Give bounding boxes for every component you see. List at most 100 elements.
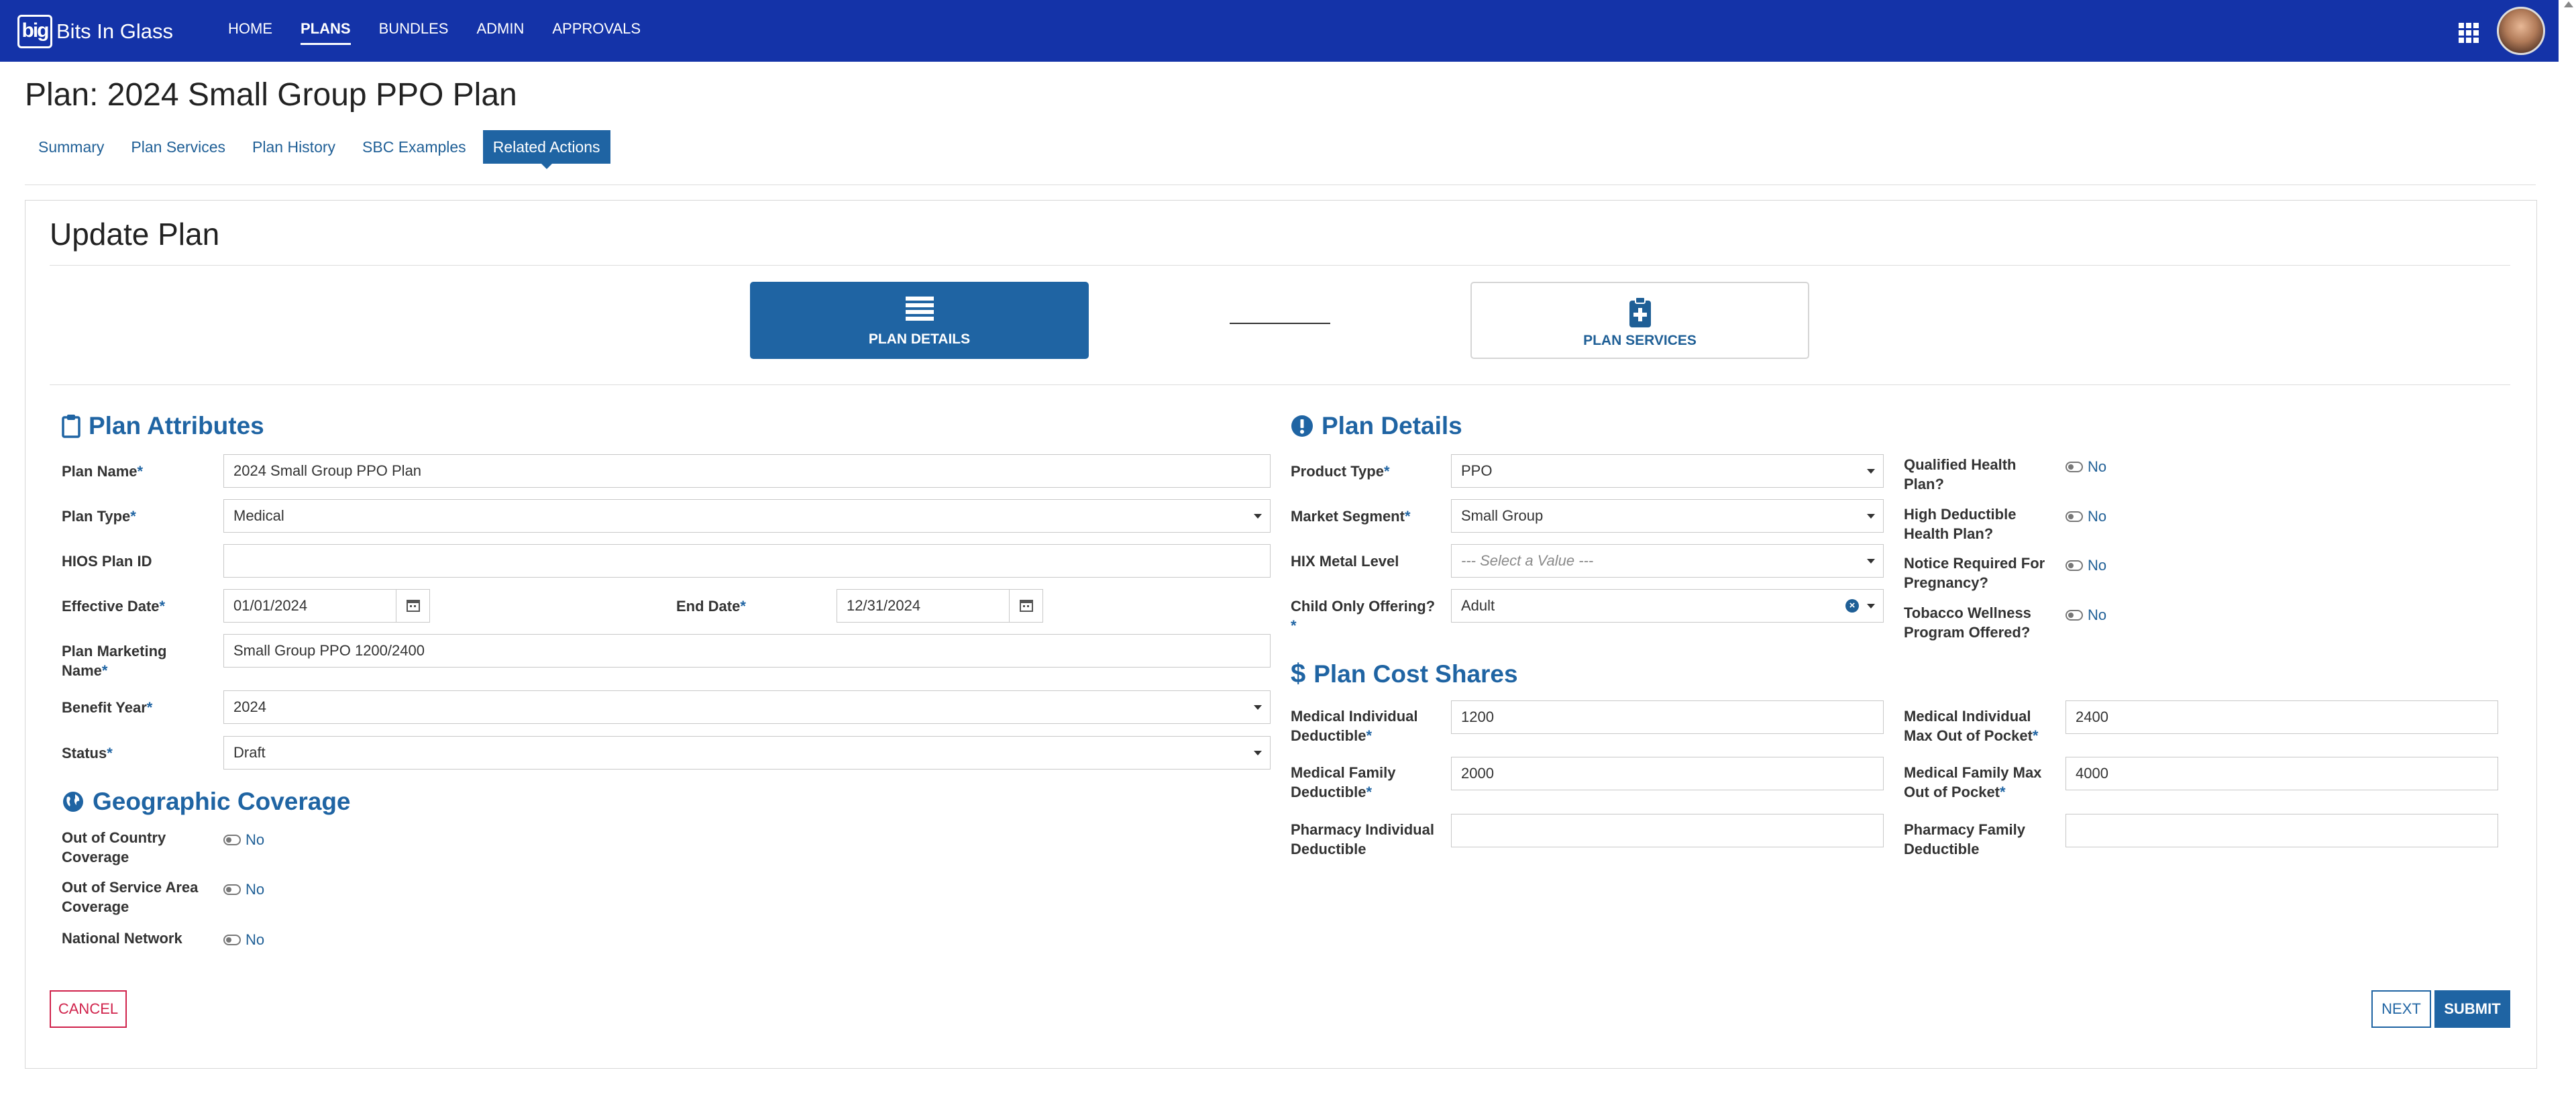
effective-date-label: Effective Date* — [62, 598, 166, 615]
medical-family-deductible-input[interactable]: 2000 — [1451, 757, 1884, 790]
medical-family-deductible-label: Medical Family Deductible* — [1291, 764, 1396, 800]
tab-plan-history[interactable]: Plan History — [242, 130, 345, 164]
hios-plan-id-input[interactable] — [223, 544, 1271, 578]
status-label: Status* — [62, 745, 113, 761]
section-title-text: Plan Cost Shares — [1313, 660, 1518, 688]
benefit-year-select[interactable]: 2024 — [223, 690, 1271, 724]
step-label: PLAN SERVICES — [1583, 333, 1697, 348]
notice-required-toggle[interactable]: No — [2065, 557, 2106, 574]
list-icon — [904, 295, 935, 325]
out-of-service-area-label: Out of Service Area Coverage — [62, 879, 199, 915]
title-divider — [50, 265, 2510, 266]
step-plan-services[interactable]: PLAN SERVICES — [1470, 282, 1809, 359]
toggle-switch-icon — [2065, 511, 2083, 522]
pharmacy-family-deductible-label: Pharmacy Family Deductible — [1904, 821, 2025, 857]
end-date-label: End Date* — [676, 598, 746, 615]
medical-individual-deductible-input[interactable]: 1200 — [1451, 700, 1884, 734]
exclamation-circle-icon — [1291, 415, 1313, 437]
nav-bundles[interactable]: BUNDLES — [379, 20, 449, 45]
app-name: Bits In Glass — [56, 19, 173, 43]
medical-family-oop-input[interactable]: 4000 — [2065, 757, 2498, 790]
child-only-offering-select[interactable]: Adult × — [1451, 589, 1884, 623]
plan-details-heading: Plan Details — [1291, 412, 1462, 440]
toggle-switch-icon — [2065, 560, 2083, 571]
medical-individual-deductible-label: Medical Individual Deductible* — [1291, 708, 1418, 744]
dollar-icon: $ — [1291, 659, 1306, 688]
out-of-country-label: Out of Country Coverage — [62, 829, 166, 865]
record-tabs: Summary Plan Services Plan History SBC E… — [28, 130, 617, 169]
step-connector — [1230, 323, 1330, 324]
pharmacy-individual-deductible-label: Pharmacy Individual Deductible — [1291, 821, 1434, 857]
steps-divider — [50, 384, 2510, 385]
geographic-coverage-heading: Geographic Coverage — [62, 788, 351, 816]
qualified-health-plan-label: Qualified Health Plan? — [1904, 456, 2017, 492]
clipboard-plus-icon — [1627, 297, 1654, 332]
calendar-icon[interactable] — [1009, 590, 1042, 622]
tab-summary[interactable]: Summary — [28, 130, 114, 164]
nav-approvals[interactable]: APPROVALS — [552, 20, 641, 45]
chevron-down-icon — [1867, 469, 1875, 474]
tab-related-actions[interactable]: Related Actions — [482, 130, 610, 169]
notice-required-label: Notice Required For Pregnancy? — [1904, 555, 2045, 591]
pharmacy-family-deductible-input[interactable] — [2065, 814, 2498, 847]
plan-type-select[interactable]: Medical — [223, 499, 1271, 533]
effective-date-input[interactable]: 01/01/2024 — [223, 589, 430, 623]
user-avatar[interactable] — [2497, 7, 2545, 55]
chevron-down-icon — [1867, 559, 1875, 564]
tab-sbc-examples[interactable]: SBC Examples — [352, 130, 476, 164]
plan-type-label: Plan Type* — [62, 508, 136, 525]
app-logo[interactable]: big Bits In Glass — [17, 15, 173, 48]
out-of-country-toggle[interactable]: No — [223, 831, 264, 849]
main-nav: HOME PLANS BUNDLES ADMIN APPROVALS — [228, 20, 669, 45]
logo-mark: big — [17, 15, 52, 48]
nav-admin[interactable]: ADMIN — [476, 20, 524, 45]
calendar-icon[interactable] — [396, 590, 429, 622]
plan-marketing-name-label: Plan Marketing Name* — [62, 643, 167, 679]
submit-button[interactable]: SUBMIT — [2434, 990, 2510, 1028]
tab-plan-services[interactable]: Plan Services — [121, 130, 235, 164]
hix-metal-level-select[interactable]: --- Select a Value --- — [1451, 544, 1884, 578]
cancel-button[interactable]: CANCEL — [50, 990, 127, 1028]
clear-selection-icon[interactable]: × — [1845, 599, 1859, 613]
form-title: Update Plan — [50, 217, 220, 252]
nav-plans[interactable]: PLANS — [301, 20, 351, 45]
national-network-label: National Network — [62, 930, 182, 947]
out-of-service-area-toggle[interactable]: No — [223, 881, 264, 898]
apps-grid-icon[interactable] — [2459, 23, 2480, 43]
next-button[interactable]: NEXT — [2371, 990, 2431, 1028]
scroll-up-icon[interactable] — [2564, 1, 2573, 7]
high-deductible-toggle[interactable]: No — [2065, 508, 2106, 525]
toggle-switch-icon — [223, 835, 241, 845]
market-segment-label: Market Segment* — [1291, 508, 1411, 525]
plan-marketing-name-input[interactable]: Small Group PPO 1200/2400 — [223, 634, 1271, 668]
hix-metal-level-label: HIX Metal Level — [1291, 553, 1399, 570]
end-date-input[interactable]: 12/31/2024 — [837, 589, 1043, 623]
toggle-switch-icon — [223, 884, 241, 895]
plan-name-label: Plan Name* — [62, 463, 144, 480]
pharmacy-individual-deductible-input[interactable] — [1451, 814, 1884, 847]
chevron-down-icon — [1867, 604, 1875, 609]
top-nav-bar: big Bits In Glass HOME PLANS BUNDLES ADM… — [0, 0, 2559, 62]
chevron-down-icon — [1254, 705, 1262, 710]
page-title: Plan: 2024 Small Group PPO Plan — [25, 77, 517, 113]
market-segment-select[interactable]: Small Group — [1451, 499, 1884, 533]
nav-home[interactable]: HOME — [228, 20, 272, 45]
qualified-health-plan-toggle[interactable]: No — [2065, 458, 2106, 476]
step-plan-details[interactable]: PLAN DETAILS — [750, 282, 1089, 359]
plan-name-input[interactable]: 2024 Small Group PPO Plan — [223, 454, 1271, 488]
national-network-toggle[interactable]: No — [223, 931, 264, 949]
chevron-down-icon — [1867, 514, 1875, 519]
plan-cost-shares-heading: $ Plan Cost Shares — [1291, 659, 1518, 689]
section-title-text: Plan Attributes — [89, 412, 264, 439]
toggle-switch-icon — [223, 935, 241, 945]
medical-family-oop-label: Medical Family Max Out of Pocket* — [1904, 764, 2042, 800]
status-select[interactable]: Draft — [223, 736, 1271, 770]
toggle-switch-icon — [2065, 610, 2083, 621]
product-type-label: Product Type* — [1291, 463, 1390, 480]
product-type-select[interactable]: PPO — [1451, 454, 1884, 488]
tobacco-wellness-toggle[interactable]: No — [2065, 607, 2106, 624]
step-label: PLAN DETAILS — [868, 331, 971, 347]
medical-individual-oop-input[interactable]: 2400 — [2065, 700, 2498, 734]
globe-icon — [62, 790, 85, 813]
plan-attributes-heading: Plan Attributes — [62, 412, 264, 440]
